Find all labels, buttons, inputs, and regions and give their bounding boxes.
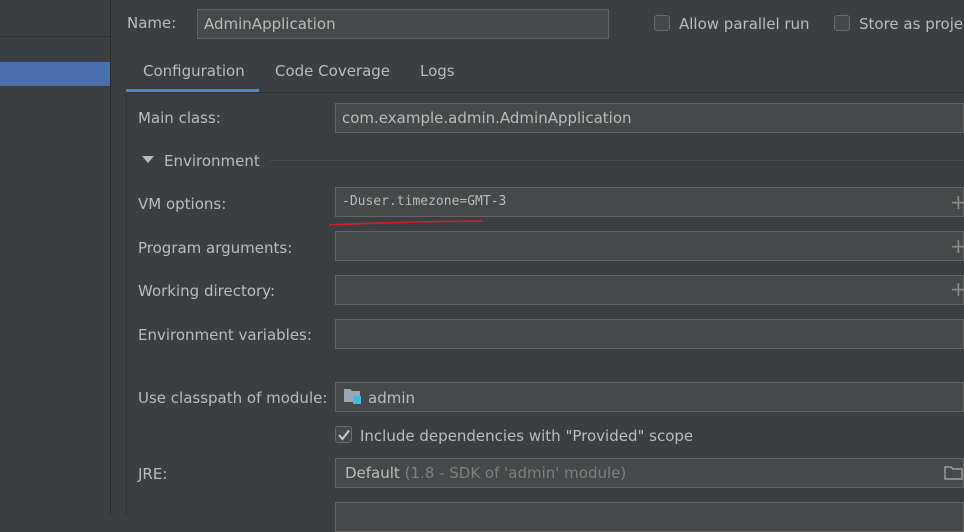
tab-configuration[interactable]: Configuration (143, 60, 245, 82)
main-class-field[interactable]: com.example.admin.AdminApplication (335, 103, 964, 133)
name-label: Name: (127, 14, 177, 32)
main-class-label: Main class: (138, 109, 221, 127)
store-as-project-label: Store as proje (859, 15, 964, 33)
folder-module-icon (344, 389, 361, 404)
sidebar-selected-item[interactable] (0, 62, 110, 86)
allow-parallel-label: Allow parallel run (679, 15, 810, 33)
environment-separator (270, 160, 964, 161)
classpath-module-label: Use classpath of module: (138, 389, 328, 407)
store-as-project-checkbox[interactable] (834, 15, 850, 31)
env-vars-label: Environment variables: (138, 326, 312, 344)
tab-logs[interactable]: Logs (420, 60, 455, 82)
tab-code-coverage[interactable]: Code Coverage (275, 60, 390, 82)
jre-value: Default (345, 464, 400, 482)
working-dir-field[interactable] (335, 275, 964, 305)
expand-vm-options-plus-icon[interactable]: + (950, 192, 964, 212)
shorten-command-line-select[interactable] (335, 502, 964, 532)
expand-arrow-icon[interactable] (142, 156, 154, 163)
checkmark-icon (338, 429, 350, 441)
program-args-field[interactable] (335, 231, 964, 261)
expand-program-args-plus-icon[interactable]: + (950, 236, 964, 256)
folder-icon[interactable] (944, 465, 964, 481)
include-deps-label: Include dependencies with "Provided" sco… (360, 427, 694, 445)
browse-working-dir-plus-icon[interactable]: + (950, 279, 964, 299)
jre-hint: (1.8 - SDK of 'admin' module) (404, 464, 627, 482)
classpath-module-value: admin (368, 389, 415, 407)
jre-select[interactable]: Default (1.8 - SDK of 'admin' module) (335, 458, 964, 488)
red-underline-annotation (328, 220, 483, 226)
allow-parallel-checkbox[interactable] (654, 15, 670, 31)
vm-options-label: VM options: (138, 195, 227, 213)
sidebar-divider (0, 36, 110, 37)
program-args-label: Program arguments: (138, 239, 293, 257)
environment-section-title[interactable]: Environment (164, 151, 260, 171)
name-field[interactable]: AdminApplication (197, 9, 609, 39)
vm-options-field[interactable]: -Duser.timezone=GMT-3 (335, 187, 964, 217)
env-vars-field[interactable] (335, 319, 964, 349)
classpath-module-select[interactable] (335, 382, 964, 412)
working-dir-label: Working directory: (138, 282, 276, 300)
include-deps-checkbox[interactable] (335, 426, 352, 443)
jre-label: JRE: (138, 465, 168, 483)
